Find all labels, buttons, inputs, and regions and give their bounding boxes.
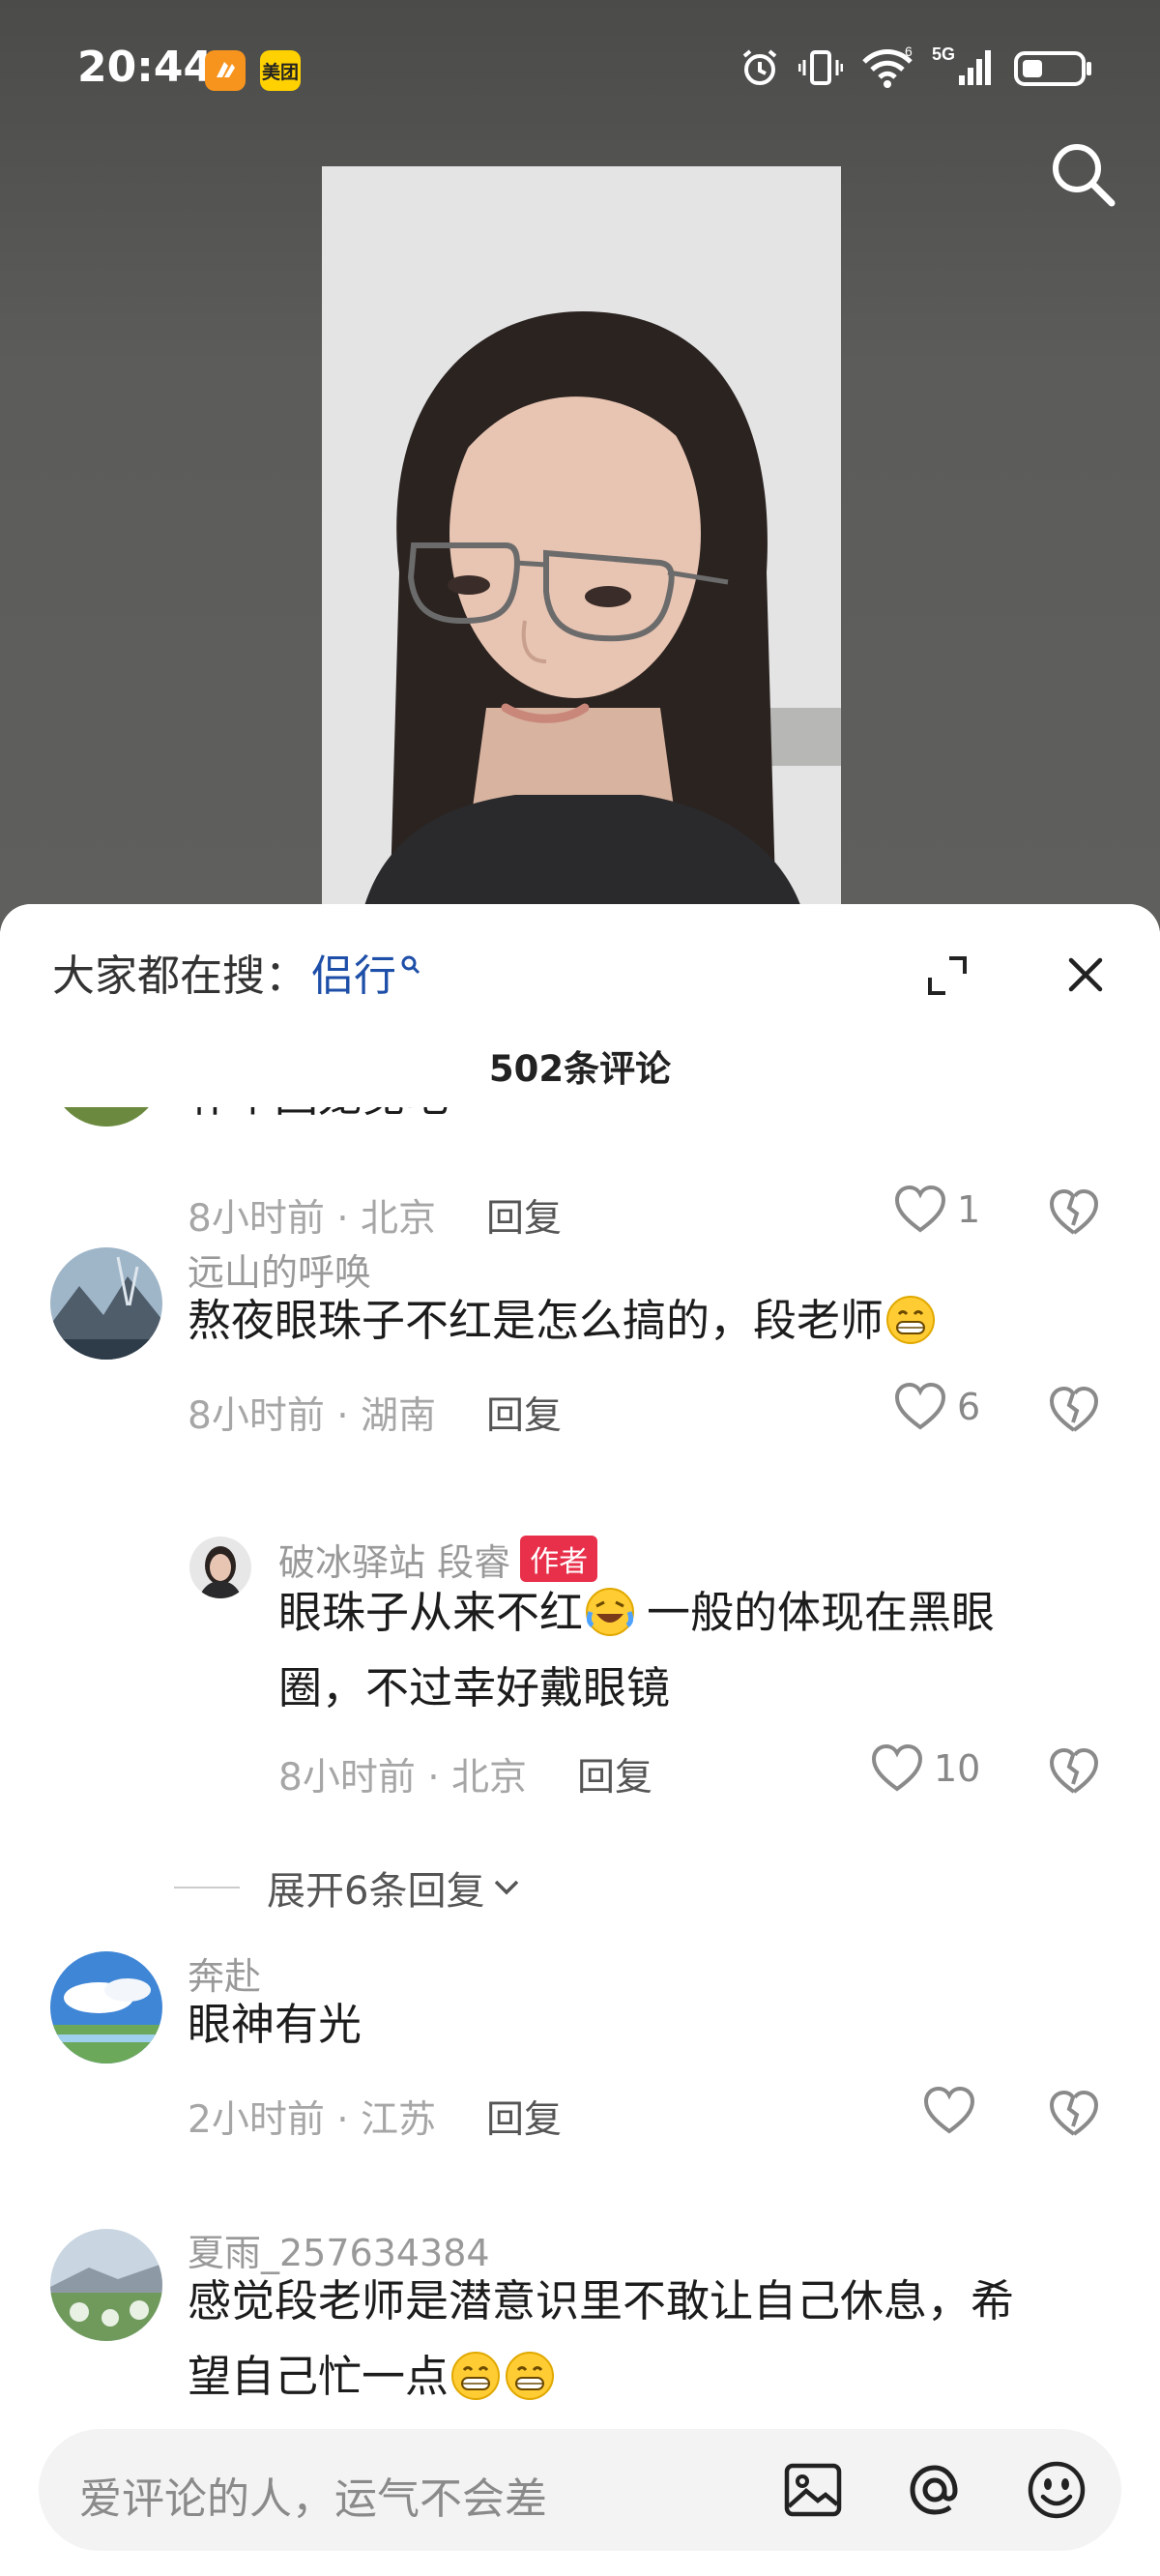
status-bar: 20:44 美团 6 5G [0, 0, 1160, 135]
reply-text: 眼珠子从来不红 一般的体现在黑眼 [278, 1575, 995, 1651]
comment-time: 8小时前 [278, 1756, 416, 1800]
broken-heart-icon[interactable] [1048, 1745, 1100, 1798]
chevron-down-icon [495, 1880, 519, 1895]
laugh-cry-emoji-icon [586, 1588, 635, 1636]
app-icon-orange [205, 50, 246, 91]
broken-heart-icon[interactable] [1048, 2088, 1100, 2140]
comment-sheet: 大家都在搜： 侣行 502条评论 补个回笼觉吧 8小时前 · 北京回复 [0, 904, 1160, 2576]
user-avatar[interactable] [50, 1107, 162, 1127]
meituan-app-icon: 美团 [260, 50, 301, 91]
reply-text-part: 一般的体现在黑眼 [647, 1587, 996, 1638]
close-icon[interactable] [1063, 952, 1108, 997]
network-type-label: 5G [932, 46, 955, 64]
reply-button[interactable]: 回复 [577, 1756, 652, 1800]
meta-separator: · [415, 1756, 452, 1800]
comment-text: 眼神有光 [188, 1999, 362, 2050]
search-hint-prefix: 大家都在搜： [52, 951, 307, 1001]
battery-icon [1014, 51, 1091, 86]
comment-item: 奔赴 眼神有光 2小时前 · 江苏 回复 [0, 1939, 1160, 2161]
divider-line [174, 1887, 240, 1888]
user-avatar[interactable] [50, 2229, 162, 2341]
like-count: 10 [934, 1747, 981, 1790]
search-suggestion[interactable]: 大家都在搜： 侣行 [52, 941, 421, 1003]
reply-item: 破冰驿站 段睿 作者 眼珠子从来不红 一般的体现在黑眼 圈，不过幸好戴眼镜 8小时前… [0, 1533, 1160, 1842]
comment-time: 8小时前 [188, 1394, 325, 1438]
comment-location: 江苏 [361, 2098, 437, 2142]
wifi-icon: 6 [862, 46, 913, 88]
comment-meta: 2小时前 · 江苏 回复 [188, 2090, 562, 2144]
reply-button[interactable]: 回复 [486, 2098, 562, 2142]
expand-icon[interactable] [926, 954, 969, 997]
video-thumbnail[interactable] [322, 166, 841, 921]
comment-meta: 8小时前 · 湖南 回复 [188, 1386, 562, 1440]
grin-emoji-icon [506, 2352, 555, 2400]
like-count: 6 [957, 1386, 981, 1428]
user-avatar[interactable] [50, 1951, 162, 2064]
comment-time: 2小时前 [188, 2098, 325, 2142]
reply-text-line2: 圈，不过幸好戴眼镜 [278, 1662, 671, 1713]
person-photo [322, 166, 841, 921]
comment-text: 熬夜眼珠子不红是怎么搞的，段老师 [188, 1283, 938, 1359]
comment-input-placeholder[interactable]: 爱评论的人，运气不会差 [79, 2464, 547, 2526]
search-icon[interactable] [1046, 137, 1119, 211]
heart-icon [871, 1743, 923, 1792]
small-search-icon [401, 955, 420, 975]
comment-list[interactable]: 补个回笼觉吧 8小时前 · 北京回复 1 远山的呼唤 熬夜眼珠子不红是怎么搞的，… [0, 1107, 1160, 2408]
heart-icon [923, 2086, 975, 2134]
broken-heart-icon[interactable] [1048, 1384, 1100, 1436]
video-background[interactable] [0, 0, 1160, 928]
meta-separator: · [324, 2098, 362, 2142]
meta-separator: · [324, 1394, 362, 1438]
status-time: 20:44 [77, 43, 214, 92]
expand-replies-label: 展开6条回复 [267, 1869, 485, 1914]
comment-input-bar[interactable]: 爱评论的人，运气不会差 [39, 2429, 1121, 2551]
comment-text-line1: 感觉段老师是潜意识里不敢让自己休息，希 [188, 2275, 1015, 2327]
wifi-sup-label: 6 [905, 46, 913, 59]
cellular-signal-icon: 5G [932, 46, 991, 85]
heart-icon [894, 1382, 946, 1430]
vibrate-icon [798, 50, 843, 85]
expand-replies-button[interactable]: 展开6条回复 [174, 1859, 523, 1916]
alarm-icon [742, 49, 777, 85]
status-icons: 6 5G [739, 46, 1092, 89]
like-button[interactable]: 6 [893, 1382, 980, 1432]
author-avatar[interactable] [189, 1537, 251, 1598]
comment-text-content: 望自己忙一点 [188, 2351, 450, 2402]
mention-icon[interactable] [903, 2458, 967, 2522]
reply-button[interactable]: 回复 [486, 1394, 562, 1438]
comment-item: 远山的呼唤 熬夜眼珠子不红是怎么搞的，段老师 8小时前 · 湖南 回复 6 [0, 1223, 1160, 1455]
reply-text-part: 眼珠子从来不红 [278, 1587, 584, 1638]
like-button[interactable] [922, 2086, 986, 2136]
like-button[interactable]: 10 [870, 1743, 980, 1794]
comment-item: 夏雨_257634384 感觉段老师是潜意识里不敢让自己休息，希 望自己忙一点 [0, 2200, 1160, 2408]
sheet-header: 大家都在搜： 侣行 502条评论 [0, 904, 1160, 1107]
grin-emoji-icon [886, 1296, 936, 1344]
comment-count-title: 502条评论 [488, 1048, 672, 1090]
comment-item: 补个回笼觉吧 8小时前 · 北京回复 1 [0, 1107, 1160, 1241]
comment-text-content: 熬夜眼珠子不红是怎么搞的，段老师 [188, 1295, 884, 1346]
emoji-icon[interactable] [1025, 2458, 1088, 2522]
grin-emoji-icon [451, 2352, 501, 2400]
comment-text-line2: 望自己忙一点 [188, 2339, 557, 2408]
image-icon[interactable] [781, 2458, 845, 2522]
comment-meta: 8小时前 · 北京 回复 [278, 1747, 652, 1801]
search-keyword-link[interactable]: 侣行 [311, 941, 396, 1003]
user-avatar[interactable] [50, 1247, 162, 1360]
comment-text: 补个回笼觉吧 [188, 1107, 449, 1134]
comment-location: 湖南 [361, 1394, 437, 1438]
comment-location: 北京 [451, 1756, 528, 1800]
